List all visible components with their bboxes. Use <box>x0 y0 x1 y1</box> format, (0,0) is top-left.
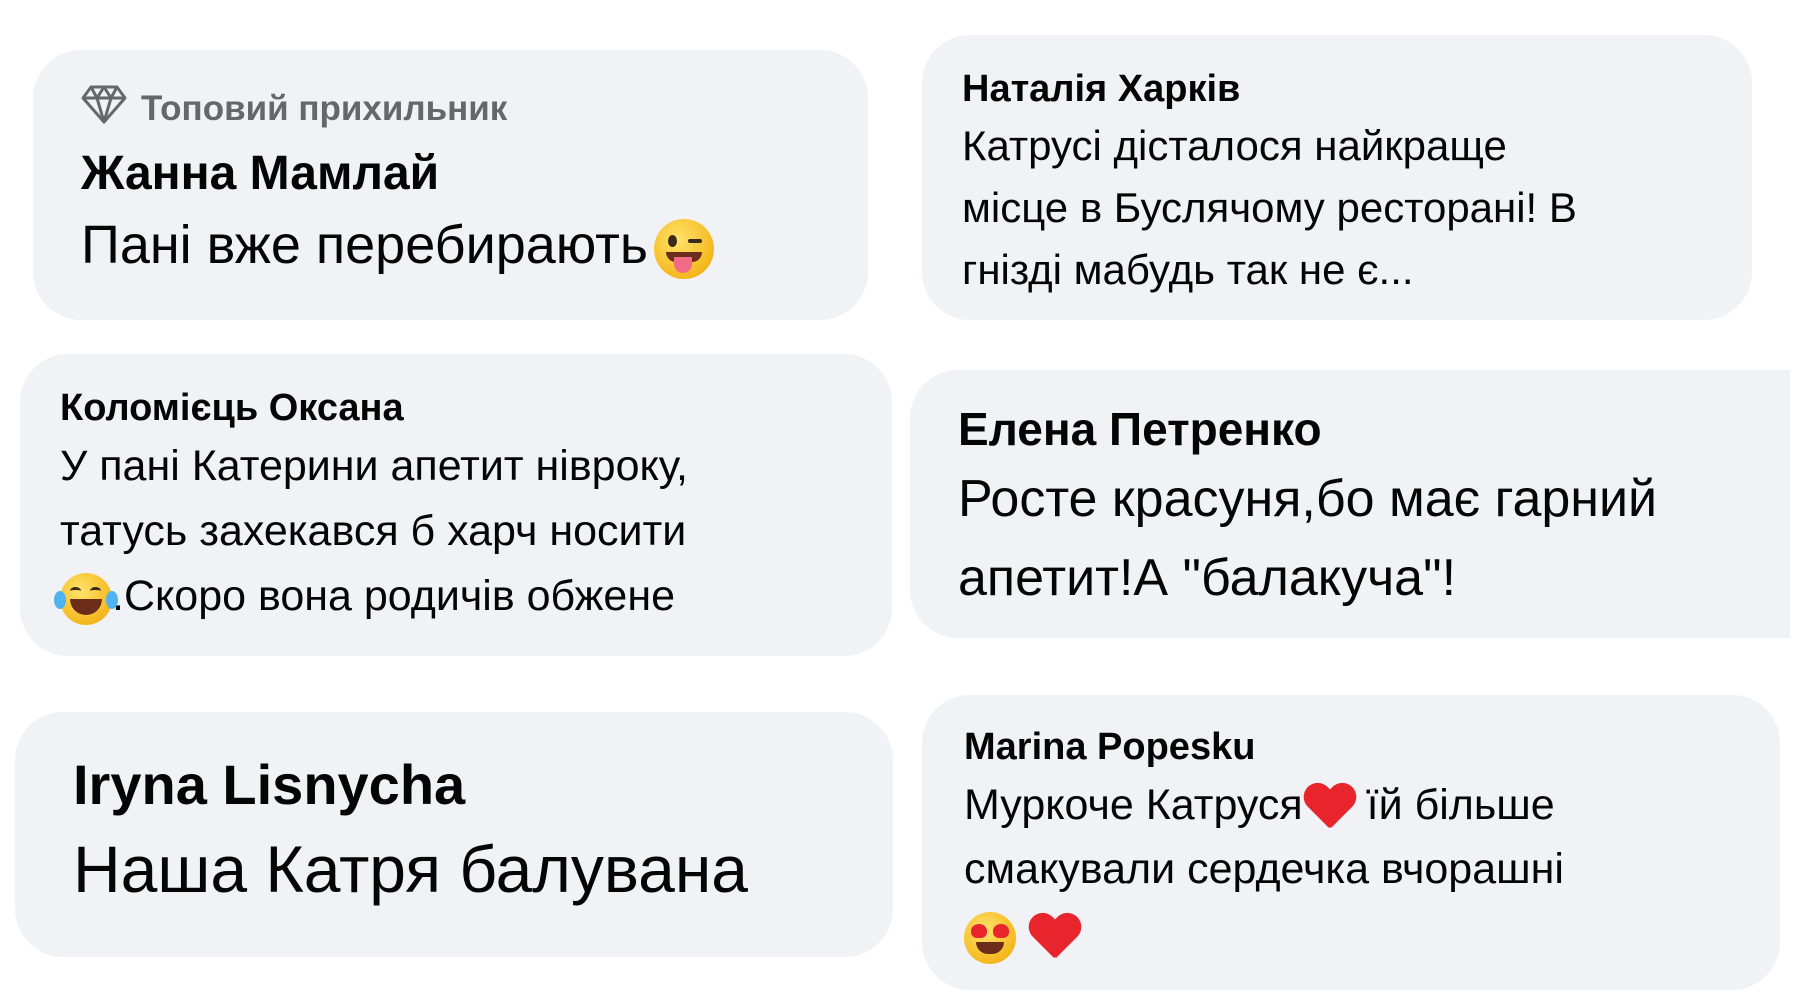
top-fan-badge[interactable]: Топовий прихильник <box>81 84 822 133</box>
comment-bubble: Iryna Lisnycha Наша Катря балувана <box>15 712 893 957</box>
comment-text-content: .Скоро вона родичів обжене <box>112 572 676 620</box>
red-heart-emoji <box>1303 784 1355 832</box>
comment-text-line: смакували сердечка вчорашні <box>964 845 1564 893</box>
comment-bubble: Елена Петренко Росте красуня,бо має гарн… <box>910 370 1790 638</box>
comment-author[interactable]: Наталія Харків <box>962 63 1712 115</box>
heart-eyes-emoji <box>964 911 1016 964</box>
comment-bubble: Наталія Харків Катрусі дісталося найкращ… <box>922 35 1752 320</box>
comment-author[interactable]: Iryna Lisnycha <box>73 750 835 820</box>
comment-bubble: Marina Popesku Муркоче Катруся їй більше… <box>922 695 1780 990</box>
comment-author[interactable]: Жанна Мамлай <box>81 145 822 203</box>
comment-emoji-line <box>964 903 1740 967</box>
comment-text-line: татусь захекався б харч носити <box>60 507 687 555</box>
comment-text-line: Росте красуня,бо має гарний <box>958 470 1658 528</box>
comment-bubble: Коломієць Оксана У пані Катерини апетит … <box>20 354 892 656</box>
tears-of-joy-emoji <box>54 572 118 625</box>
comment-bubble: Топовий прихильник Жанна Мамлай Пані вже… <box>33 50 868 320</box>
comment-text-content: їй більше <box>1354 781 1555 829</box>
winking-tongue-face-emoji <box>653 218 714 279</box>
comment-text-line-3: .Скоро вона родичів обжене <box>54 564 852 629</box>
comment-text-line: гнізді мабудь так не є... <box>962 246 1414 293</box>
comment-text: Наша Катря балувана <box>73 832 749 906</box>
comment-text-line: Муркоче Катруся їй більше <box>964 773 1740 837</box>
comment-text-line: Катрусі дісталося найкраще <box>962 122 1507 169</box>
comment-author[interactable]: Marina Popesku <box>964 721 1740 773</box>
diamond-icon <box>81 84 127 133</box>
comment-text: Пані вже перебирають <box>81 209 822 281</box>
comment-text-line: місце в Буслячому ресторані! В <box>962 184 1577 231</box>
comment-text-line: апетит!А "балакуча"! <box>958 549 1457 607</box>
comment-text-line: У пані Катерини апетит нівроку, <box>60 442 688 490</box>
comment-text-content: Пані вже перебирають <box>81 215 648 275</box>
comment-author[interactable]: Елена Петренко <box>958 400 1750 458</box>
red-heart-emoji <box>1028 914 1080 962</box>
comment-text-content: Муркоче Катруся <box>964 781 1303 829</box>
badge-label: Топовий прихильник <box>141 88 508 128</box>
comment-author[interactable]: Коломієць Оксана <box>60 382 852 434</box>
